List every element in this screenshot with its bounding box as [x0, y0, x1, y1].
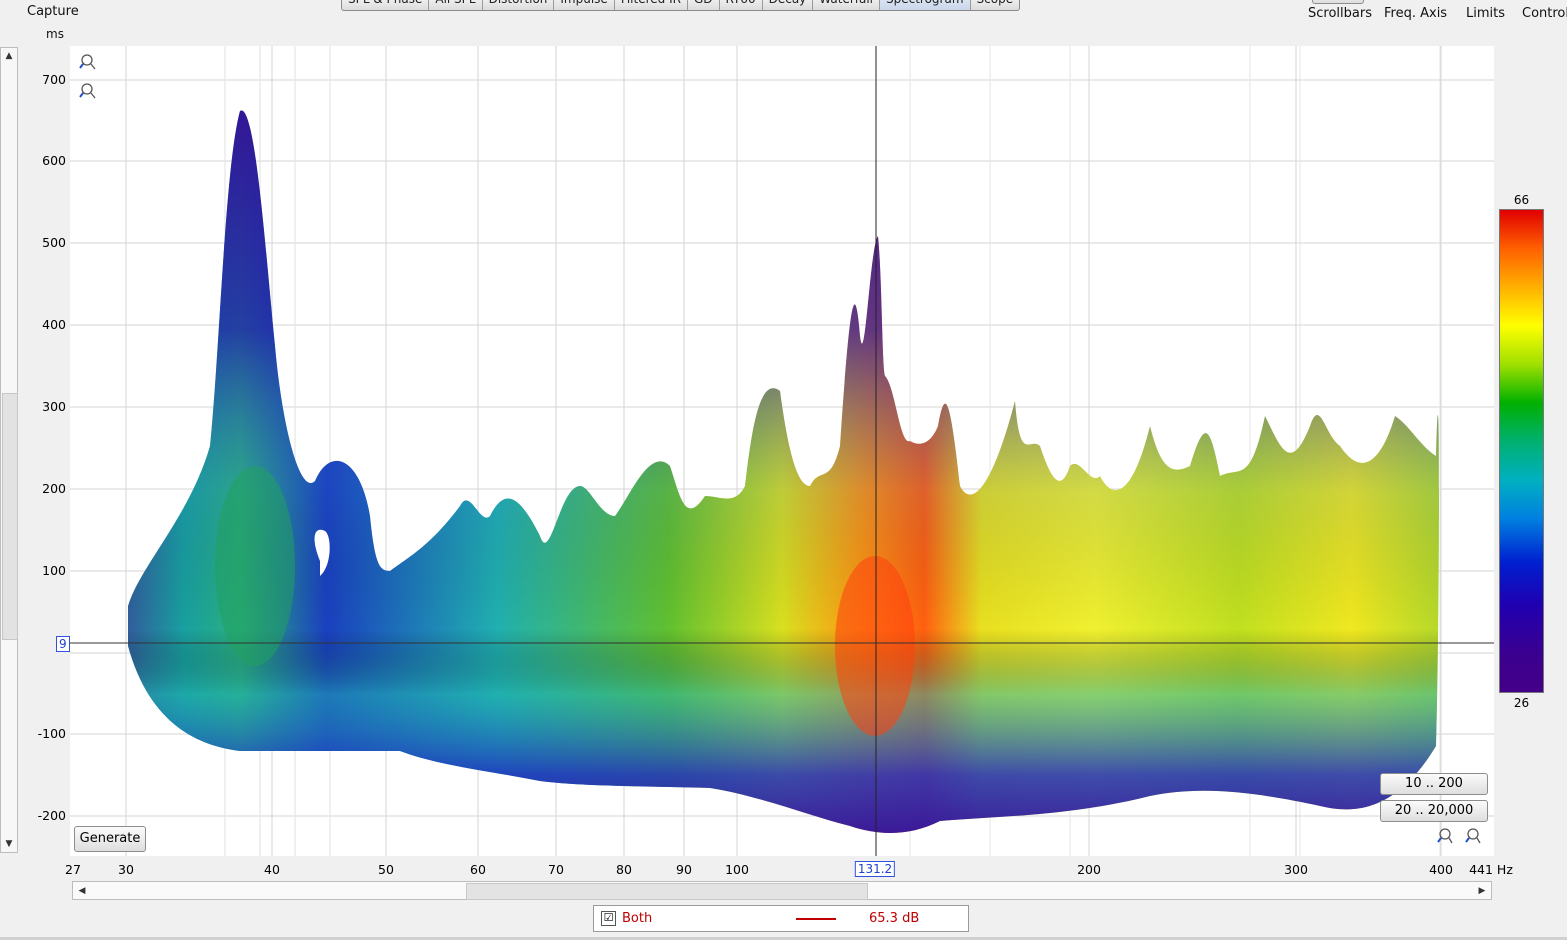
freq-axis-menu[interactable]: Freq. Axis	[1384, 6, 1447, 21]
tab-all-spl[interactable]: All SPL	[429, 0, 483, 10]
controls-menu[interactable]: Controls	[1522, 6, 1567, 21]
x-tick-label: 30	[118, 862, 134, 877]
tab-rt60[interactable]: RT60	[720, 0, 763, 10]
y-tick-label: 200	[42, 481, 66, 496]
legend: ☑ Both 65.3 dB	[593, 905, 969, 932]
x-tick-label: 200	[1077, 862, 1101, 877]
scroll-up-arrow-icon[interactable]: ▲	[1, 48, 17, 64]
y-tick-label: 400	[42, 317, 66, 332]
y-unit-label: ms	[46, 27, 64, 41]
vertical-scrollbar[interactable]: ▲ ▼	[0, 47, 18, 853]
cursor-time-label: 9	[56, 636, 70, 652]
x-tick-label: 60	[470, 862, 486, 877]
scrollbars-button-box[interactable]	[1312, 0, 1364, 4]
x-tick-label: 400	[1429, 862, 1453, 877]
color-scale-bar	[1499, 209, 1544, 693]
tab-spl-phase[interactable]: SPL & Phase	[342, 0, 430, 10]
x-tick-label: 441 Hz	[1469, 862, 1513, 877]
scale-min-label: 26	[1513, 696, 1530, 710]
spectrogram-plot[interactable]	[70, 46, 1494, 856]
x-tick-label: 80	[616, 862, 632, 877]
x-tick-label: 100	[725, 862, 749, 877]
legend-value: 65.3 dB	[869, 911, 920, 926]
scroll-left-arrow-icon[interactable]: ◀	[74, 883, 90, 899]
tab-decay[interactable]: Decay	[763, 0, 814, 10]
legend-checkbox[interactable]: ☑	[601, 911, 616, 926]
cursor-freq-label: 131.2	[854, 861, 896, 877]
x-tick-label: 27	[65, 862, 81, 877]
x-tick-label: 90	[676, 862, 692, 877]
y-tick-label: -100	[37, 726, 66, 741]
legend-line-swatch	[796, 918, 836, 920]
range-20-20000-button[interactable]: 20 .. 20,000	[1380, 800, 1488, 822]
generate-button[interactable]: Generate	[74, 826, 146, 852]
scrollbars-menu[interactable]: Scrollbars	[1308, 6, 1372, 21]
tab-distortion[interactable]: Distortion	[483, 0, 555, 10]
y-tick-label: -200	[37, 808, 66, 823]
legend-label: Both	[622, 911, 653, 926]
scroll-right-arrow-icon[interactable]: ▶	[1474, 883, 1490, 899]
x-tick-label: 50	[378, 862, 394, 877]
y-tick-label: 600	[42, 153, 66, 168]
y-tick-label: 300	[42, 399, 66, 414]
x-tick-label: 300	[1284, 862, 1308, 877]
x-tick-label: 40	[264, 862, 280, 877]
limits-menu[interactable]: Limits	[1466, 6, 1505, 21]
tab-scope[interactable]: Scope	[971, 0, 1020, 10]
y-tick-label: 100	[42, 563, 66, 578]
scale-max-label: 66	[1513, 193, 1530, 207]
tab-spectrogram[interactable]: Spectrogram	[880, 0, 971, 10]
capture-label[interactable]: Capture	[27, 4, 79, 19]
y-tick-label: 500	[42, 235, 66, 250]
horizontal-scroll-thumb[interactable]	[466, 883, 868, 900]
tab-filtered-ir[interactable]: Filtered IR	[615, 0, 688, 10]
x-tick-label: 70	[548, 862, 564, 877]
range-10-200-button[interactable]: 10 .. 200	[1380, 773, 1488, 795]
horizontal-scrollbar[interactable]: ◀ ▶	[72, 881, 1492, 900]
tab-impulse[interactable]: Impulse	[554, 0, 615, 10]
tab-waterfall[interactable]: Waterfall	[813, 0, 880, 10]
y-tick-label: 700	[42, 72, 66, 87]
view-tabs: SPL & PhaseAll SPLDistortionImpulseFilte…	[341, 0, 1021, 11]
tab-gd[interactable]: GD	[688, 0, 720, 10]
vertical-scroll-thumb[interactable]	[2, 393, 18, 640]
scroll-down-arrow-icon[interactable]: ▼	[1, 836, 17, 852]
